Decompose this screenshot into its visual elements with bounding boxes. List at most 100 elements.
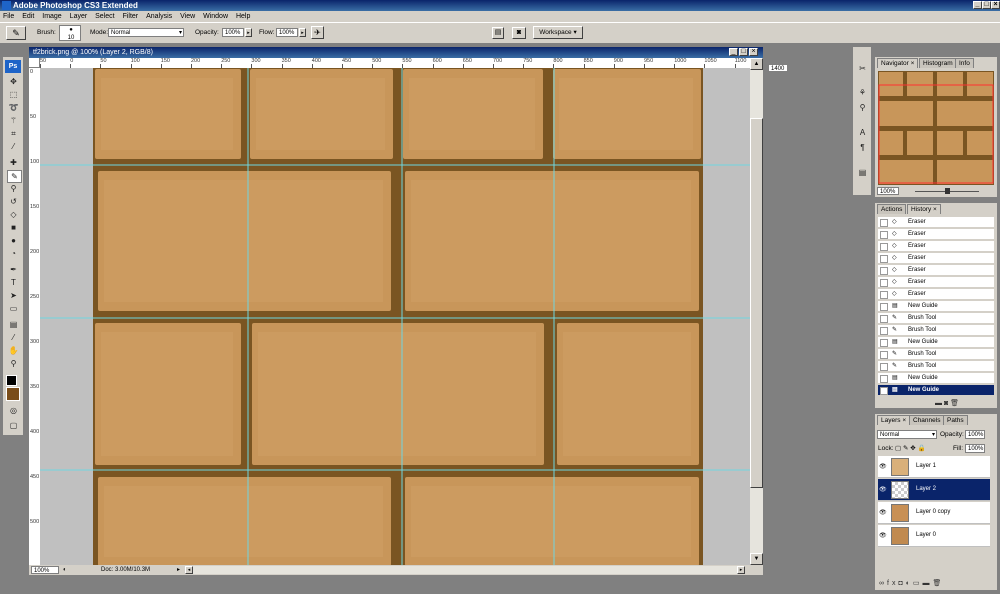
history-item[interactable]: ◇ Eraser xyxy=(878,277,994,288)
menu-window[interactable]: Window xyxy=(203,13,228,20)
tab-channels[interactable]: Channels xyxy=(909,415,945,425)
scroll-thumb[interactable] xyxy=(750,118,763,488)
horizontal-scrollbar[interactable]: ◂ ▸ xyxy=(185,566,745,574)
group-icon[interactable]: ▭ xyxy=(913,580,923,587)
fill-field[interactable]: 100% xyxy=(965,444,985,453)
history-item[interactable]: ◇ Eraser xyxy=(878,253,994,264)
tab-histogram[interactable]: Histogram xyxy=(919,58,957,68)
ruler-origin[interactable] xyxy=(29,58,40,68)
trash-icon[interactable]: 🗑 xyxy=(950,400,959,407)
hand-tool-icon[interactable]: ✋ xyxy=(7,345,20,356)
history-snapshot-checkbox[interactable] xyxy=(880,255,888,263)
tools-icon[interactable]: ✂ xyxy=(856,63,869,74)
navigator-preview[interactable] xyxy=(878,71,994,185)
tab-layers[interactable]: Layers × xyxy=(877,415,911,425)
eraser-tool-icon[interactable]: ◇ xyxy=(7,209,20,220)
doc-maximize-button[interactable]: □ xyxy=(739,48,748,56)
history-brush-icon[interactable]: ↺ xyxy=(7,196,20,207)
vertical-scrollbar[interactable]: ▲ ▼ xyxy=(750,58,763,565)
close-button[interactable]: × xyxy=(991,1,1000,9)
history-item[interactable]: ◇ Eraser xyxy=(878,229,994,240)
zoom-tool-icon[interactable]: ⚲ xyxy=(7,358,20,369)
type-tool-icon[interactable]: T xyxy=(7,277,20,288)
history-snapshot-checkbox[interactable] xyxy=(880,291,888,299)
brushes-icon[interactable]: ⚘ xyxy=(856,87,869,98)
layer-row[interactable]: 👁 Layer 0 copy xyxy=(878,502,990,524)
menu-select[interactable]: Select xyxy=(95,13,114,20)
trash-icon[interactable]: 🗑 xyxy=(933,580,945,587)
history-snapshot-checkbox[interactable] xyxy=(880,327,888,335)
visibility-eye-icon[interactable]: 👁 xyxy=(879,509,887,516)
brush-preset-picker[interactable]: ✎ xyxy=(6,26,26,40)
history-item[interactable]: ◇ Eraser xyxy=(878,241,994,252)
dodge-tool-icon[interactable]: ◔ xyxy=(7,248,20,259)
brush-size-picker[interactable]: ● 10 xyxy=(59,25,81,41)
navigator-slider-handle[interactable] xyxy=(945,188,950,194)
tab-paths[interactable]: Paths xyxy=(943,415,968,425)
zoom-field[interactable]: 100% xyxy=(31,566,59,574)
history-snapshot-checkbox[interactable] xyxy=(880,375,888,383)
history-snapshot-checkbox[interactable] xyxy=(880,267,888,275)
navigator-zoom-field[interactable]: 100% xyxy=(877,187,899,195)
clone-source-icon[interactable]: ⚲ xyxy=(856,102,869,113)
tab-navigator[interactable]: Navigator × xyxy=(877,58,919,68)
mode-select[interactable]: Normal ▾ xyxy=(108,28,184,37)
scroll-right-button[interactable]: ▸ xyxy=(737,566,745,574)
doc-minimize-button[interactable]: _ xyxy=(729,48,738,56)
history-snapshot-checkbox[interactable] xyxy=(880,363,888,371)
menu-layer[interactable]: Layer xyxy=(70,13,88,20)
shape-tool-icon[interactable]: ▭ xyxy=(7,303,20,314)
crop-tool-icon[interactable]: ⌗ xyxy=(7,128,20,139)
background-color-swatch[interactable] xyxy=(6,387,20,401)
brick-texture-canvas[interactable] xyxy=(40,68,750,565)
history-item[interactable]: ▤ New Guide xyxy=(878,301,994,312)
history-item[interactable]: ◇ Eraser xyxy=(878,217,994,228)
visibility-eye-icon[interactable]: 👁 xyxy=(879,463,887,470)
blend-mode-select[interactable]: Normal ▾ xyxy=(877,430,937,439)
minimize-button[interactable]: _ xyxy=(973,1,982,9)
move-tool-icon[interactable]: ✥ xyxy=(7,76,20,87)
blur-tool-icon[interactable]: ● xyxy=(7,235,20,246)
history-item[interactable]: ✎ Brush Tool xyxy=(878,325,994,336)
tool-presets-button[interactable]: ▤ xyxy=(492,27,504,39)
link-icon[interactable]: ∞ xyxy=(879,580,887,587)
history-snapshot-checkbox[interactable] xyxy=(880,315,888,323)
doc-close-button[interactable]: × xyxy=(749,48,758,56)
history-item[interactable]: ▤ New Guide xyxy=(878,337,994,348)
visibility-eye-icon[interactable]: 👁 xyxy=(879,532,887,539)
history-snapshot-checkbox[interactable] xyxy=(880,231,888,239)
history-snapshot-checkbox[interactable] xyxy=(880,243,888,251)
adjustment-icon[interactable]: ◐ xyxy=(906,580,913,587)
maximize-button[interactable]: □ xyxy=(982,1,991,9)
menu-help[interactable]: Help xyxy=(236,13,250,20)
fx-icon[interactable]: fx xyxy=(887,580,898,587)
brush-tool-icon[interactable]: ✎ xyxy=(7,170,22,183)
menu-file[interactable]: File xyxy=(3,13,14,20)
history-item[interactable]: ▤ New Guide xyxy=(878,373,994,384)
layer-row[interactable]: 👁 Layer 1 xyxy=(878,456,990,478)
extra-field[interactable]: 1400 xyxy=(768,64,788,72)
menu-edit[interactable]: Edit xyxy=(22,13,34,20)
magic-wand-icon[interactable]: ⚚ xyxy=(7,115,20,126)
flow-field[interactable]: 100% xyxy=(276,28,298,37)
path-selection-icon[interactable]: ➤ xyxy=(7,290,20,301)
scroll-up-button[interactable]: ▲ xyxy=(750,58,763,70)
clone-stamp-icon[interactable]: ⚲ xyxy=(7,183,20,194)
history-item[interactable]: ✎ Brush Tool xyxy=(878,361,994,372)
opacity-field[interactable]: 100% xyxy=(222,28,244,37)
history-item[interactable]: ◇ Eraser xyxy=(878,265,994,276)
history-item[interactable]: ◇ Eraser xyxy=(878,289,994,300)
healing-brush-icon[interactable]: ✚ xyxy=(7,157,20,168)
layer-comps-icon[interactable]: ▤ xyxy=(856,167,869,178)
history-item[interactable]: ✎ Brush Tool xyxy=(878,349,994,360)
tab-actions[interactable]: Actions xyxy=(877,204,907,214)
new-layer-icon[interactable]: ▬ xyxy=(923,580,933,587)
status-icon[interactable]: ◐ xyxy=(63,565,67,575)
history-snapshot-checkbox[interactable] xyxy=(880,219,888,227)
camera-icon[interactable]: ◙ xyxy=(944,400,948,407)
eyedropper-icon[interactable]: ⁄ xyxy=(7,141,20,152)
notes-tool-icon[interactable]: ▤ xyxy=(7,319,20,330)
menu-analysis[interactable]: Analysis xyxy=(146,13,172,20)
new-document-icon[interactable]: ▬ xyxy=(935,400,942,407)
tab-info[interactable]: Info xyxy=(955,58,974,68)
